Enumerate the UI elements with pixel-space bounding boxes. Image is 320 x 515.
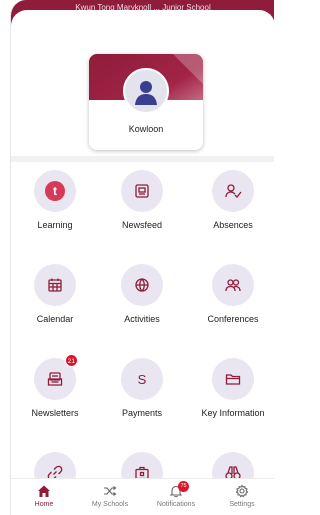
school-panel: Kowloon: [11, 10, 274, 162]
absences-icon: [225, 184, 242, 198]
tile-activities[interactable]: Activities: [96, 264, 188, 344]
calendar-icon: [48, 278, 62, 292]
tile-label: Payments: [121, 408, 163, 418]
learning-app-icon: t: [45, 181, 65, 201]
tile-payments[interactable]: S Payments: [96, 358, 188, 438]
section-divider: [11, 156, 274, 162]
tile-calendar[interactable]: Calendar: [11, 264, 101, 344]
tile-label: Key Information: [201, 408, 265, 418]
nav-label: Home: [34, 501, 54, 508]
activities-icon: [135, 278, 149, 292]
avatar: [123, 68, 169, 114]
tile-label: Absences: [213, 220, 253, 230]
newsletters-badge: 21: [64, 354, 78, 367]
notifications-badge: 75: [178, 481, 189, 492]
absences-circle: [212, 170, 254, 212]
tile-label: Newsletters: [31, 408, 79, 418]
tile-label: Activities: [124, 314, 160, 324]
conferences-icon: [225, 279, 241, 292]
newsletters-icon: [47, 372, 63, 386]
tile-label: Conferences: [207, 314, 259, 324]
newsletters-circle: 21: [34, 354, 78, 400]
payments-icon: S: [138, 372, 147, 387]
phone-screen: Kwun Tong Maryknoll ... Junior School Ko…: [10, 0, 274, 515]
tile-newsfeed[interactable]: Newsfeed: [96, 170, 188, 250]
key-information-circle: [212, 358, 254, 400]
tile-label: Calendar: [36, 314, 74, 324]
tile-label: Learning: [37, 220, 73, 230]
tile-newsletters[interactable]: 21 Newsletters: [11, 354, 101, 438]
nav-label: Settings: [229, 501, 255, 508]
conferences-circle: [212, 264, 254, 306]
svg-text:t: t: [53, 184, 57, 198]
calendar-circle: [34, 264, 76, 306]
school-name: Kowloon: [128, 124, 164, 134]
gear-icon: [235, 484, 249, 498]
activities-circle: [121, 264, 163, 306]
tile-learning[interactable]: t Learning: [11, 170, 101, 250]
tile-conferences[interactable]: Conferences: [187, 264, 274, 344]
school-card[interactable]: Kowloon: [89, 54, 203, 150]
nav-label: Notifications: [156, 501, 196, 508]
nav-home[interactable]: Home: [11, 479, 77, 515]
tile-key-information[interactable]: Key Information: [187, 358, 274, 438]
shuffle-icon: [104, 486, 117, 496]
learning-circle: t: [34, 170, 76, 212]
newsfeed-circle: [121, 170, 163, 212]
tile-label: Newsfeed: [121, 220, 163, 230]
home-icon: [38, 485, 50, 497]
tile-absences[interactable]: Absences: [187, 170, 274, 250]
person-icon: [135, 81, 157, 105]
folder-icon: [225, 374, 241, 385]
bottom-nav: Home My Schools 75 Notifications Setting…: [11, 478, 274, 515]
svg-text:S: S: [138, 372, 147, 387]
nav-notifications[interactable]: 75 Notifications: [143, 479, 209, 515]
nav-settings[interactable]: Settings: [209, 479, 274, 515]
nav-label: My Schools: [91, 501, 129, 508]
payments-circle: S: [121, 358, 163, 400]
newsfeed-icon: [135, 184, 149, 198]
nav-my-schools[interactable]: My Schools: [77, 479, 143, 515]
